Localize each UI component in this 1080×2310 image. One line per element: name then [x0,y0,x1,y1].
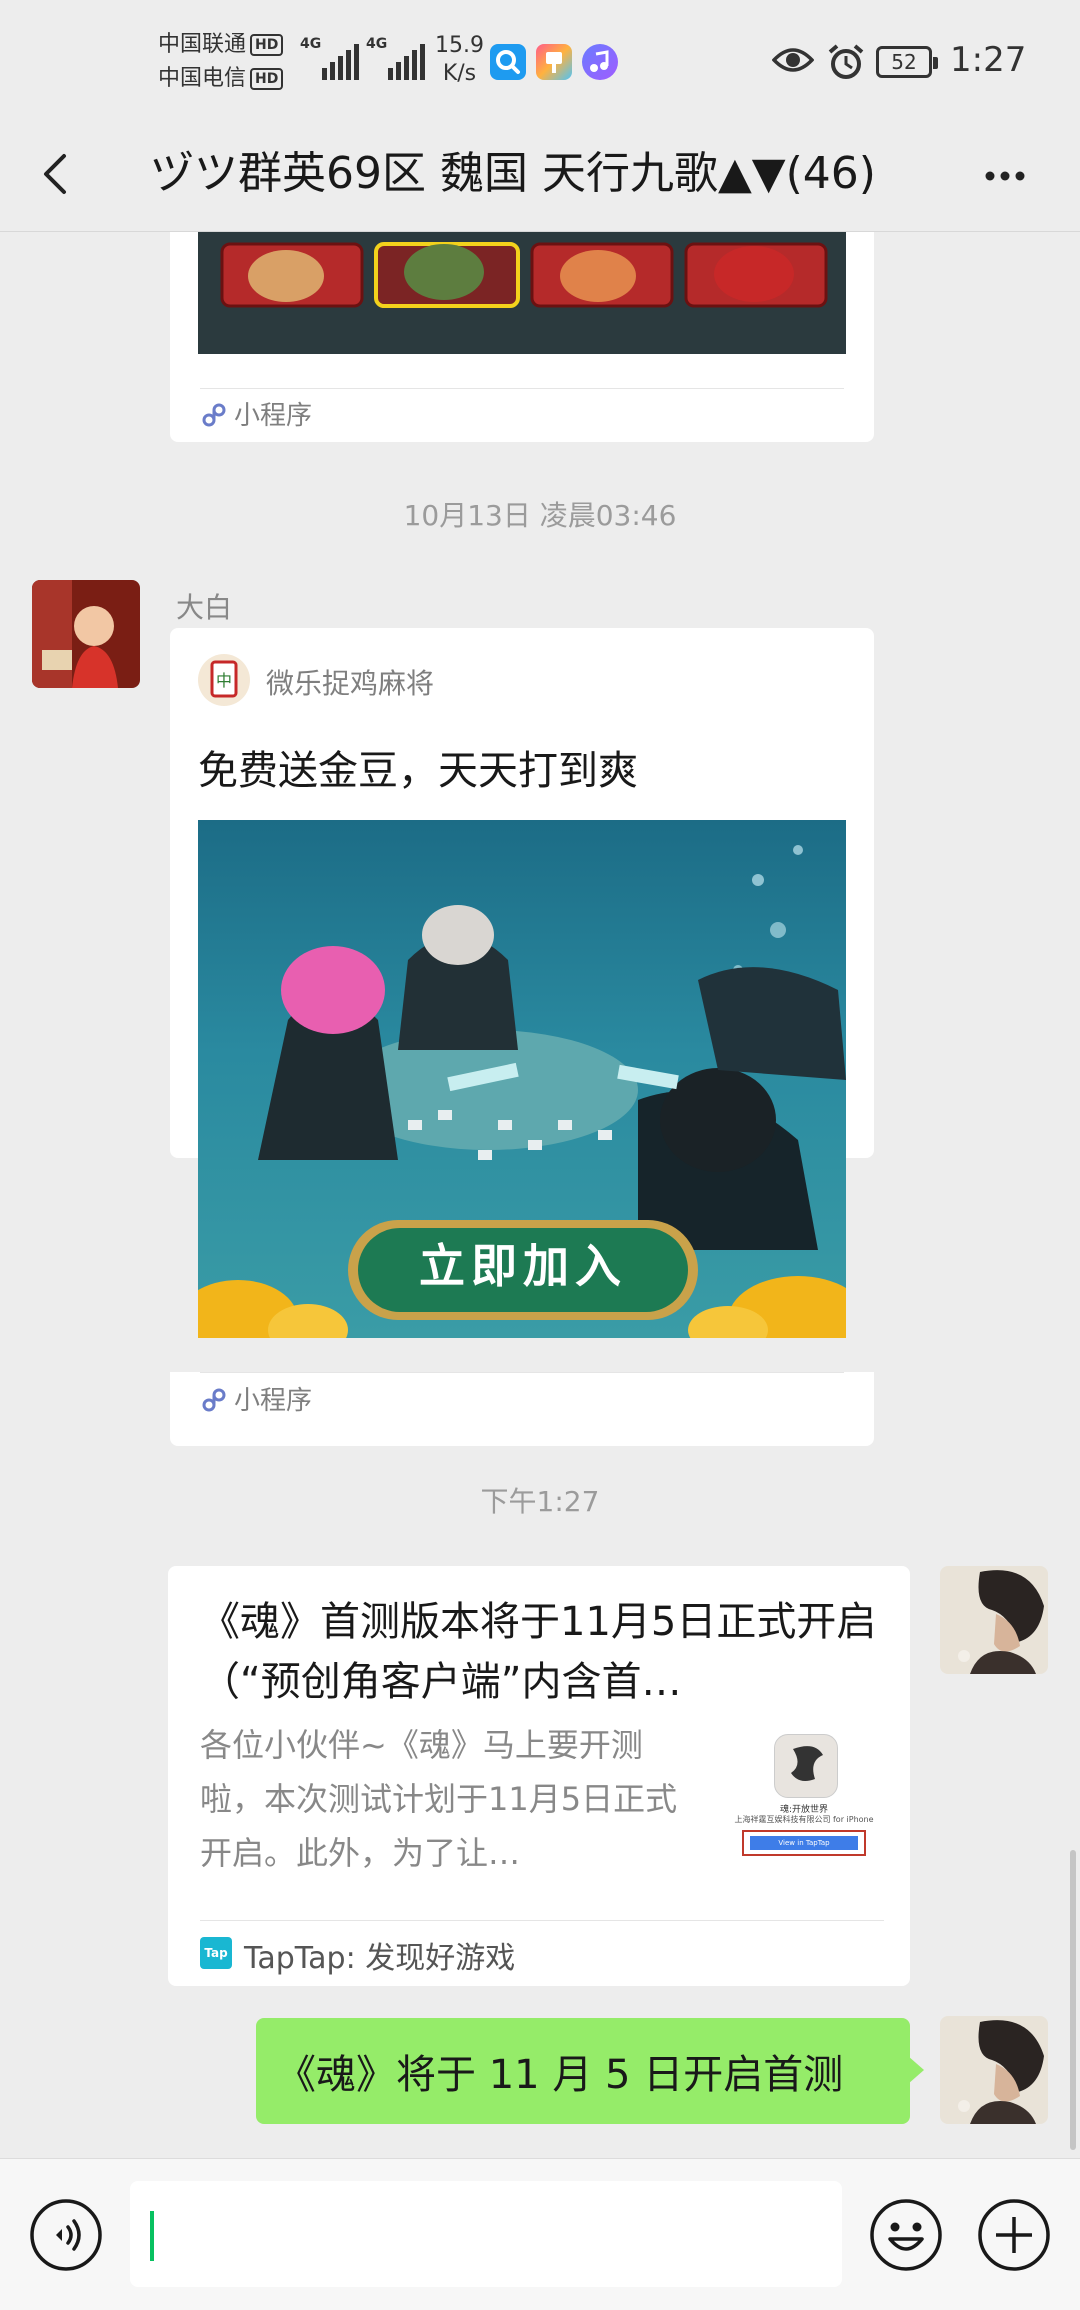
join-now-button[interactable]: 立即加入 [358,1224,688,1308]
miniprogram-card[interactable]: 小程序 [170,232,874,442]
miniprogram-thumbnail [198,232,846,354]
net-speed: 15.9 K/s [435,33,484,86]
alarm-icon [826,42,866,86]
link-thumbnail: 魂:开放世界 上海祥霆互娱科技有限公司 for iPhone View in T… [734,1734,874,1868]
clock: 1:27 [950,40,1027,80]
text-cursor [150,2211,154,2261]
chat-header: ヅツ群英69区 魏国 天行九歌▲▼(46) [0,120,1080,232]
chat-title: ヅツ群英69区 魏国 天行九歌▲▼(46) [150,148,876,199]
message-list[interactable]: 小程序 10月13日 凌晨03:46 大白 中 微乐捉鸡麻将 免费送金豆，天天打… [0,232,1080,2158]
battery-icon: 52 [876,46,938,78]
game-logo [774,1734,838,1798]
signal-icon: 4G [366,36,426,80]
search-app-icon [490,44,526,80]
svg-text:中: 中 [216,671,232,690]
link-card[interactable]: 《魂》首测版本将于11月5日正式开启（“预创角客户端”内含首… 各位小伙伴~《魂… [168,1566,910,1986]
taptap-icon: Tap [200,1937,232,1969]
hd-badge: HD [250,68,284,90]
eye-icon [771,44,815,80]
sender-name: 大白 [176,591,233,624]
app-logo: 中 [198,654,250,706]
card-footer-bg: 小程序 [170,1372,874,1446]
more-icon[interactable] [970,146,1040,206]
miniprogram-icon [202,403,226,427]
miniprogram-icon [202,1388,226,1412]
timestamp: 10月13日 凌晨03:46 [403,499,677,532]
status-bar: 中国联通 HD 中国电信 HD 4G 4G 15.9 K/s 52 1:27 [0,0,1080,120]
thumb-publisher: 上海祥霆互娱科技有限公司 for iPhone [734,1815,874,1824]
avatar[interactable] [940,2016,1048,2124]
input-bar [0,2158,1080,2310]
link-footer: Tap TapTap: 发现好游戏 [200,1920,884,1986]
miniprogram-footer: 小程序 [200,388,844,442]
app-name: 微乐捉鸡麻将 [266,667,435,700]
underwater-mahjong-image: 立即加入 [198,820,846,1338]
scrollbar[interactable] [1070,1850,1076,2150]
carrier-1: 中国联通 [158,32,247,57]
card-title: 免费送金豆，天天打到爽 [198,748,638,794]
plus-icon[interactable] [976,2197,1052,2273]
thumb-frame: View in TapTap [742,1830,866,1856]
message-input[interactable] [130,2181,842,2287]
bubble-tail [908,2056,924,2084]
link-description: 各位小伙伴~《魂》马上要开测啦，本次测试计划于11月5日正式开启。此外，为了让… [200,1726,678,1872]
hd-badge: HD [250,34,284,56]
app-icon [536,44,572,80]
bubble-text: 《魂》将于 11 月 5 日开启首测 [276,2052,844,2098]
emoji-icon[interactable] [868,2197,944,2273]
avatar[interactable] [32,580,140,688]
link-source: TapTap: 发现好游戏 [244,1941,516,1976]
carrier-info: 中国联通 HD 中国电信 HD [158,28,284,96]
carrier-2: 中国电信 [158,66,247,91]
thumb-button: View in TapTap [750,1836,858,1850]
miniprogram-footer: 小程序 [200,1372,844,1428]
link-title: 《魂》首测版本将于11月5日正式开启（“预创角客户端”内含首… [200,1599,877,1705]
voice-icon[interactable] [28,2197,104,2273]
avatar[interactable] [940,1566,1048,1674]
signal-icon: 4G [300,36,360,80]
text-bubble[interactable]: 《魂》将于 11 月 5 日开启首测 [256,2018,924,2124]
timestamp: 下午1:27 [480,1485,600,1518]
music-icon [582,44,618,80]
back-arrow-icon[interactable] [30,142,90,206]
